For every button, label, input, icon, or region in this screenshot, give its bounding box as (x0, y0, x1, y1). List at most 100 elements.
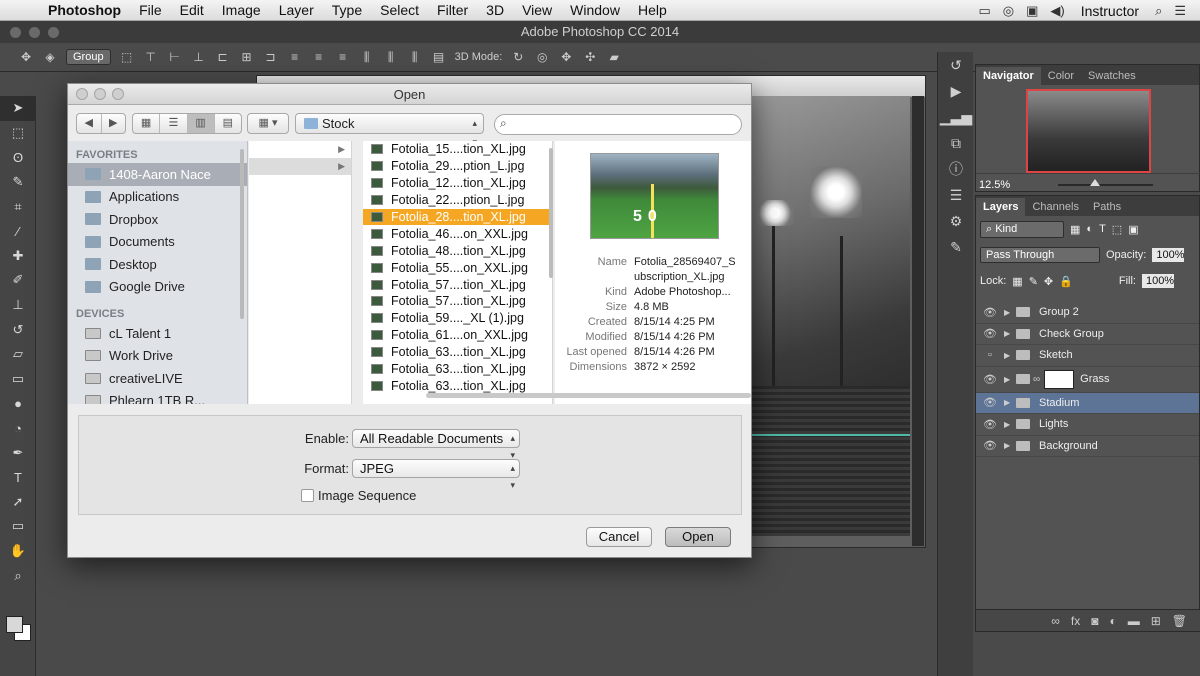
visibility-eye-icon[interactable]: 👁 (976, 327, 1004, 340)
format-popup[interactable]: JPEG ▴ ▾ (352, 459, 520, 490)
sidebar-item-device[interactable]: creativeLIVE (68, 367, 247, 390)
search-icon[interactable]: ⌕ (1155, 3, 1162, 19)
lock-transparent-icon[interactable]: ▦ (1012, 275, 1022, 288)
layer-row-selected[interactable]: 👁 ▶ Stadium (976, 392, 1199, 414)
sidebar-item-google-drive[interactable]: Google Drive (68, 276, 247, 299)
blend-mode-select[interactable]: Pass Through (980, 247, 1100, 263)
lock-all-icon[interactable]: 🔒 (1059, 275, 1073, 288)
back-arrow-icon[interactable]: ◀ (77, 114, 102, 133)
expand-arrow-icon[interactable]: ▶ (1004, 441, 1016, 450)
image-sequence-label[interactable]: Image Sequence (318, 488, 416, 503)
minimize-window-button[interactable] (29, 27, 40, 38)
file-row-selected[interactable]: Fotolia_28....tion_XL.jpg (363, 208, 552, 226)
document-canvas[interactable] (750, 96, 910, 536)
zoom-slider[interactable] (1058, 184, 1153, 186)
menu-layer[interactable]: Layer (270, 2, 323, 18)
pen-tool-icon[interactable]: ✒ (0, 440, 36, 465)
history-brush-tool-icon[interactable]: ↺ (0, 317, 36, 342)
layer-style-icon[interactable]: fx (1071, 614, 1080, 628)
marquee-tool-icon[interactable]: ⬚ (0, 121, 36, 146)
menu-window[interactable]: Window (561, 2, 629, 18)
foreground-color-swatch[interactable] (6, 616, 23, 633)
file-row[interactable]: Fotolia_57....tion_XL.jpg (363, 293, 552, 310)
new-adjustment-icon[interactable]: ◐ (1109, 614, 1116, 628)
user-menu[interactable]: Instructor (1081, 3, 1139, 19)
path-selection-tool-icon[interactable]: ➚ (0, 490, 36, 515)
crop-tool-icon[interactable]: ⌗ (0, 194, 36, 219)
menu-file[interactable]: File (130, 2, 171, 18)
file-row[interactable]: Fotolia_22....ption_L.jpg (363, 192, 552, 209)
eyedropper-tool-icon[interactable]: ⁄ (0, 219, 36, 244)
sidebar-item-documents[interactable]: Documents (68, 231, 247, 254)
cancel-button[interactable]: Cancel (586, 527, 652, 547)
fill-input[interactable]: 100% (1141, 274, 1174, 288)
menu-image[interactable]: Image (213, 2, 270, 18)
brush-tool-icon[interactable]: ✐ (0, 268, 36, 293)
lasso-tool-icon[interactable]: ʘ (0, 145, 36, 170)
chain-link-icon[interactable]: ∞ (1033, 374, 1040, 385)
menu-view[interactable]: View (513, 2, 561, 18)
auto-align-icon[interactable]: ▤ (431, 50, 447, 64)
menu-help[interactable]: Help (629, 2, 676, 18)
clone-stamp-tool-icon[interactable]: ⊥ (0, 293, 36, 318)
close-window-button[interactable] (10, 27, 21, 38)
gradient-tool-icon[interactable]: ▭ (0, 367, 36, 392)
coverflow-view-icon[interactable]: ▤ (215, 114, 241, 133)
trash-icon[interactable]: 🗑 (1172, 614, 1187, 628)
expand-arrow-icon[interactable]: ▶ (1004, 308, 1016, 317)
file-row[interactable]: Fotolia_63....tion_XL.jpg (363, 361, 552, 378)
visibility-eye-icon[interactable]: 👁 (976, 306, 1004, 319)
eraser-tool-icon[interactable]: ▱ (0, 342, 36, 367)
align-left-icon[interactable]: ⊏ (215, 50, 231, 64)
arrange-button[interactable]: ▦ ▾ (247, 113, 289, 134)
navigator-thumbnail[interactable] (1026, 89, 1151, 173)
battery-icon[interactable]: ▭ (978, 3, 990, 19)
new-layer-icon[interactable]: ⊞ (1151, 614, 1161, 628)
expand-arrow-icon[interactable]: ▶ (1004, 329, 1016, 338)
filter-adjustment-icon[interactable]: ◐ (1086, 223, 1093, 235)
opacity-input[interactable]: 100% (1152, 248, 1185, 262)
distribute-bottom-icon[interactable]: ≡ (335, 50, 351, 64)
align-hcenter-icon[interactable]: ⊞ (239, 50, 255, 64)
add-mask-icon[interactable]: ◙ (1091, 614, 1098, 628)
hand-tool-icon[interactable]: ✋ (0, 539, 36, 564)
lock-pixels-icon[interactable]: ✎ (1029, 275, 1038, 288)
layer-row[interactable]: 👁 ▶ Background (976, 436, 1199, 457)
dialog-minimize-button[interactable] (94, 88, 106, 100)
dodge-tool-icon[interactable]: ◔ (0, 416, 36, 441)
file-row[interactable]: Fotolia_57....tion_XL.jpg (363, 276, 552, 293)
file-row[interactable]: Fotolia_46....on_XXL.jpg (363, 225, 552, 242)
menu-edit[interactable]: Edit (171, 2, 213, 18)
tab-color[interactable]: Color (1041, 67, 1081, 85)
folder-row-selected[interactable]: ▶ (249, 158, 351, 175)
forward-arrow-icon[interactable]: ▶ (102, 114, 126, 133)
3d-rotate-icon[interactable]: ↻ (510, 50, 526, 64)
file-row[interactable]: Fotolia_48....tion_XL.jpg (363, 242, 552, 259)
link-layers-icon[interactable]: ∞ (1051, 614, 1060, 628)
navigator-zoom-value[interactable]: 12.5% (979, 179, 1010, 191)
dialog-close-button[interactable] (76, 88, 88, 100)
open-button[interactable]: Open (665, 527, 731, 547)
adjustments-panel-icon[interactable]: ⚙ (938, 208, 974, 234)
sidebar-item-home[interactable]: 1408-Aaron Nace (68, 163, 247, 186)
menu-app-photoshop[interactable]: Photoshop (44, 2, 130, 18)
lock-position-icon[interactable]: ✥ (1044, 275, 1053, 288)
file-row[interactable]: Fotolia_63....tion_XL.jpg (363, 377, 552, 394)
filter-type-icon[interactable]: T (1099, 223, 1106, 235)
blur-tool-icon[interactable]: ● (0, 391, 36, 416)
tab-layers[interactable]: Layers (976, 198, 1026, 216)
menu-type[interactable]: Type (323, 2, 371, 18)
move-tool-icon[interactable]: ✥ (18, 50, 34, 64)
file-row[interactable]: Fotolia_59...._XL (1).jpg (363, 310, 552, 327)
expand-arrow-icon[interactable]: ▶ (1004, 351, 1016, 360)
new-group-icon[interactable]: ▬ (1128, 614, 1140, 628)
enable-popup[interactable]: All Readable Documents ▴ ▾ (352, 429, 520, 460)
icon-view-icon[interactable]: ▦ (133, 114, 161, 133)
display-icon[interactable]: ▣ (1026, 3, 1038, 19)
tab-channels[interactable]: Channels (1025, 198, 1085, 216)
transform-controls-icon[interactable]: ⬚ (119, 50, 135, 64)
sidebar-item-dropbox[interactable]: Dropbox (68, 208, 247, 231)
layer-row[interactable]: 👁 ▶ ∞ Grass (976, 367, 1199, 393)
visibility-empty-icon[interactable]: ▫ (976, 349, 1004, 361)
zoom-tool-icon[interactable]: ⌕ (0, 563, 36, 588)
